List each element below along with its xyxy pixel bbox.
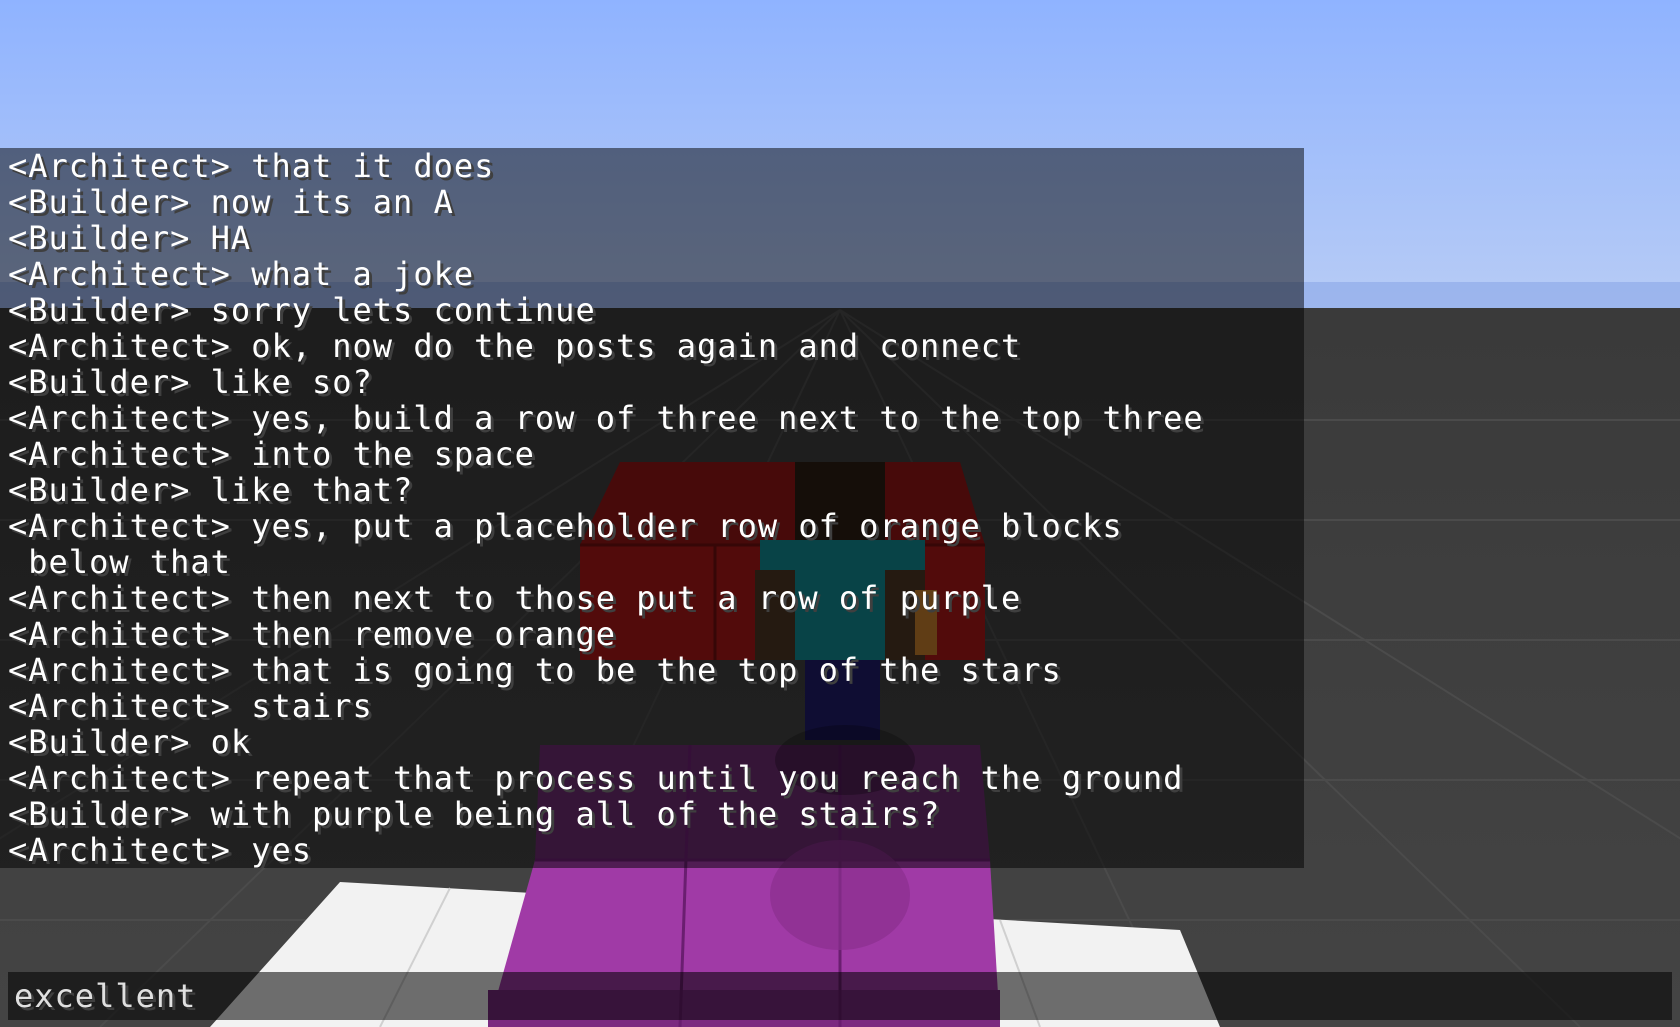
chat-line: <Architect> yes, put a placeholder row o… <box>8 507 1123 545</box>
chat-line: <Builder> with purple being all of the s… <box>8 795 941 833</box>
chat-line: <Builder> ok <box>8 723 252 761</box>
chat-input-bar[interactable] <box>8 972 1672 1020</box>
chat-line: <Architect> repeat that process until yo… <box>8 759 1184 797</box>
chat-line: <Architect> then remove orange <box>8 615 616 653</box>
chat-line: <Architect> that is going to be the top … <box>8 651 1062 689</box>
chat-line: <Architect> yes, build a row of three ne… <box>8 399 1204 437</box>
chat-line: below that <box>8 543 231 581</box>
chat-line: <Architect> into the space <box>8 435 535 473</box>
chat-history-panel: <Architect> that it does <Builder> now it… <box>0 148 1304 868</box>
chat-line: <Builder> sorry lets continue <box>8 291 596 329</box>
chat-line: <Builder> HA <box>8 219 252 257</box>
chat-line: <Architect> that it does <box>8 148 495 185</box>
chat-line: <Architect> ok, now do the posts again a… <box>8 327 1022 365</box>
chat-line: <Builder> like so? <box>8 363 373 401</box>
chat-line: <Architect> what a joke <box>8 255 475 293</box>
chat-line: <Architect> then next to those put a row… <box>8 579 1022 617</box>
chat-line: <Builder> now its an A <box>8 183 454 221</box>
chat-input[interactable] <box>8 972 1672 1020</box>
chat-line: <Architect> yes <box>8 831 312 868</box>
chat-line: <Builder> like that? <box>8 471 414 509</box>
chat-line: <Architect> stairs <box>8 687 373 725</box>
